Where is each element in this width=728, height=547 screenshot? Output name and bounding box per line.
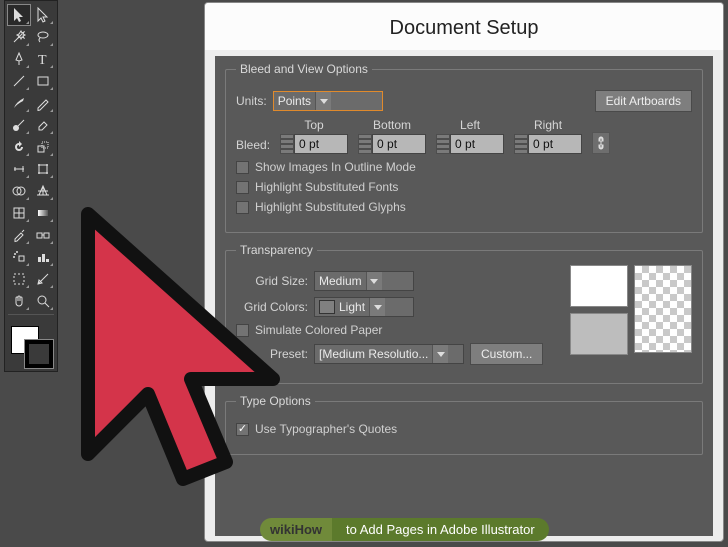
tools-panel: T xyxy=(4,0,58,372)
link-bleed-icon[interactable] xyxy=(592,132,610,154)
bleed-left-spinner[interactable] xyxy=(436,134,504,154)
bleed-bottom-spinner[interactable] xyxy=(358,134,426,154)
units-select[interactable]: Points xyxy=(273,91,383,111)
show-images-outline-checkbox[interactable]: Show Images In Outline Mode xyxy=(236,160,416,174)
tool-pen[interactable] xyxy=(8,49,30,69)
tool-free-transform[interactable] xyxy=(32,159,54,179)
tool-blend[interactable] xyxy=(32,225,54,245)
preset-label: Preset: xyxy=(236,347,308,361)
transparency-preview xyxy=(570,265,692,371)
bleed-bottom-input[interactable] xyxy=(372,134,426,154)
watermark: wikiHow to Add Pages in Adobe Illustrato… xyxy=(260,517,549,541)
bleed-top-header: Top xyxy=(304,118,323,132)
stroke-swatch[interactable] xyxy=(25,340,53,368)
tool-line-segment[interactable] xyxy=(8,71,30,91)
tool-width[interactable] xyxy=(8,159,30,179)
tool-blob-brush[interactable] xyxy=(8,115,30,135)
bleed-label: Bleed: xyxy=(236,138,270,152)
tool-mesh[interactable] xyxy=(8,203,30,223)
tool-hand[interactable] xyxy=(8,291,30,311)
transparency-legend: Transparency xyxy=(236,243,317,257)
tool-paintbrush[interactable] xyxy=(8,93,30,113)
bleed-left-header: Left xyxy=(460,118,480,132)
bleed-view-legend: Bleed and View Options xyxy=(236,62,372,76)
watermark-title: to Add Pages in Adobe Illustrator xyxy=(332,518,549,541)
tool-type[interactable]: T xyxy=(32,49,54,69)
typographers-quotes-checkbox[interactable]: Use Typographer's Quotes xyxy=(236,422,397,436)
grid-colors-label: Grid Colors: xyxy=(236,300,308,314)
tool-direct-selection[interactable] xyxy=(32,5,54,25)
tool-gradient[interactable] xyxy=(32,203,54,223)
simulate-colored-paper-checkbox[interactable]: Simulate Colored Paper xyxy=(236,323,382,337)
chevron-down-icon xyxy=(315,92,331,110)
grid-size-select[interactable]: Medium xyxy=(314,271,414,291)
chevron-down-icon xyxy=(369,298,385,316)
custom-button[interactable]: Custom... xyxy=(470,343,543,365)
preview-grey-swatch[interactable] xyxy=(570,313,628,355)
tool-pencil[interactable] xyxy=(32,93,54,113)
type-options-legend: Type Options xyxy=(236,394,315,408)
watermark-brand: wikiHow xyxy=(260,518,332,541)
tool-eyedropper[interactable] xyxy=(8,225,30,245)
tool-perspective-grid[interactable] xyxy=(32,181,54,201)
units-label: Units: xyxy=(236,94,267,108)
bleed-right-header: Right xyxy=(534,118,562,132)
tool-symbol-sprayer[interactable] xyxy=(8,247,30,267)
bleed-right-input[interactable] xyxy=(528,134,582,154)
tool-lasso[interactable] xyxy=(32,27,54,47)
tool-magic-wand[interactable] xyxy=(8,27,30,47)
svg-text:T: T xyxy=(38,53,47,67)
bleed-top-spinner[interactable] xyxy=(280,134,348,154)
document-setup-dialog: Document Setup Bleed and View Options Un… xyxy=(204,2,724,542)
fill-stroke-swatches[interactable] xyxy=(7,324,55,368)
grid-colors-select[interactable]: Light xyxy=(314,297,414,317)
bleed-right-spinner[interactable] xyxy=(514,134,582,154)
tool-eraser[interactable] xyxy=(32,115,54,135)
transparency-group: Transparency Grid Size: Medium Grid Colo… xyxy=(225,243,703,384)
type-options-group: Type Options Use Typographer's Quotes xyxy=(225,394,703,455)
highlight-sub-glyphs-checkbox[interactable]: Highlight Substituted Glyphs xyxy=(236,200,406,214)
tool-column-graph[interactable] xyxy=(32,247,54,267)
color-swatch-icon xyxy=(319,300,335,314)
bleed-view-group: Bleed and View Options Units: Points Edi… xyxy=(225,62,703,233)
tool-zoom[interactable] xyxy=(32,291,54,311)
tool-rotate[interactable] xyxy=(8,137,30,157)
tool-shape-builder[interactable] xyxy=(8,181,30,201)
preset-select[interactable]: [Medium Resolutio... xyxy=(314,344,464,364)
highlight-sub-fonts-checkbox[interactable]: Highlight Substituted Fonts xyxy=(236,180,398,194)
tool-scale[interactable] xyxy=(32,137,54,157)
preview-checker xyxy=(634,265,692,353)
tool-artboard[interactable] xyxy=(8,269,30,289)
chevron-down-icon xyxy=(432,345,448,363)
bleed-top-input[interactable] xyxy=(294,134,348,154)
preview-white-swatch[interactable] xyxy=(570,265,628,307)
edit-artboards-button[interactable]: Edit Artboards xyxy=(595,90,692,112)
tool-rectangle[interactable] xyxy=(32,71,54,91)
tool-slice[interactable] xyxy=(32,269,54,289)
bleed-left-input[interactable] xyxy=(450,134,504,154)
dialog-title: Document Setup xyxy=(205,3,723,50)
tool-selection[interactable] xyxy=(8,5,30,25)
chevron-down-icon xyxy=(366,272,382,290)
grid-size-label: Grid Size: xyxy=(236,274,308,288)
bleed-bottom-header: Bottom xyxy=(373,118,411,132)
units-value: Points xyxy=(278,94,311,108)
